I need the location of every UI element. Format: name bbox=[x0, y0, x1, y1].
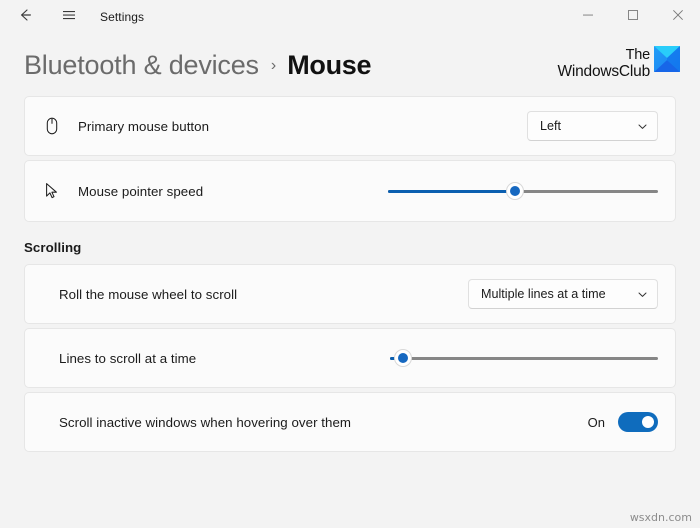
title-bar: Settings bbox=[0, 0, 700, 34]
section-heading-scrolling: Scrolling bbox=[24, 240, 82, 255]
brand-line-2: WindowsClub bbox=[557, 62, 650, 80]
chevron-down-icon bbox=[637, 289, 648, 300]
watermark: wsxdn.com bbox=[629, 511, 692, 524]
lines-to-scroll-slider[interactable] bbox=[390, 345, 658, 371]
hamburger-menu-icon bbox=[61, 7, 77, 28]
mouse-pointer-speed-slider[interactable] bbox=[388, 178, 658, 204]
toggle-knob bbox=[642, 416, 654, 428]
cursor-pointer-icon bbox=[42, 181, 78, 201]
back-button[interactable] bbox=[8, 2, 42, 32]
setting-row-lines-to-scroll[interactable]: Lines to scroll at a time bbox=[24, 328, 676, 388]
setting-row-primary-mouse-button[interactable]: Primary mouse button Left bbox=[24, 96, 676, 156]
roll-mouse-wheel-dropdown[interactable]: Multiple lines at a time bbox=[468, 279, 658, 309]
windowsclub-mark-icon bbox=[654, 46, 680, 72]
app-title: Settings bbox=[100, 10, 145, 24]
setting-label: Roll the mouse wheel to scroll bbox=[59, 286, 238, 302]
slider-thumb[interactable] bbox=[394, 349, 413, 367]
page-header: Bluetooth & devices › Mouse The WindowsC… bbox=[0, 34, 700, 96]
slider-fill bbox=[388, 189, 515, 193]
setting-label: Lines to scroll at a time bbox=[59, 350, 197, 366]
setting-label: Mouse pointer speed bbox=[78, 183, 204, 199]
scroll-inactive-windows-toggle[interactable] bbox=[618, 412, 658, 432]
setting-label: Scroll inactive windows when hovering ov… bbox=[59, 414, 352, 430]
minimize-icon bbox=[582, 8, 594, 26]
brand-line-1: The bbox=[625, 47, 651, 63]
setting-row-scroll-inactive-windows[interactable]: Scroll inactive windows when hovering ov… bbox=[24, 392, 676, 452]
windowsclub-logo: The WindowsClub bbox=[557, 46, 680, 80]
setting-row-roll-mouse-wheel[interactable]: Roll the mouse wheel to scroll Multiple … bbox=[24, 264, 676, 324]
chevron-down-icon bbox=[637, 121, 648, 132]
breadcrumb-parent-link[interactable]: Bluetooth & devices bbox=[24, 50, 259, 81]
brand-text: The WindowsClub bbox=[557, 46, 650, 80]
mouse-icon bbox=[42, 116, 78, 136]
breadcrumb-separator: › bbox=[270, 57, 277, 74]
toggle-state-label: On bbox=[587, 414, 605, 430]
window-controls bbox=[565, 0, 700, 34]
slider-thumb[interactable] bbox=[505, 182, 524, 200]
primary-mouse-button-dropdown[interactable]: Left bbox=[527, 111, 658, 141]
scroll-inactive-toggle-group[interactable]: On bbox=[588, 412, 658, 432]
close-button[interactable] bbox=[655, 0, 700, 34]
setting-row-mouse-pointer-speed[interactable]: Mouse pointer speed bbox=[24, 160, 676, 222]
maximize-button[interactable] bbox=[610, 0, 655, 34]
menu-button[interactable] bbox=[52, 2, 86, 32]
minimize-button[interactable] bbox=[565, 0, 610, 34]
dropdown-value: Multiple lines at a time bbox=[481, 287, 606, 301]
page-title: Mouse bbox=[287, 49, 372, 80]
slider-track bbox=[390, 356, 658, 360]
close-icon bbox=[672, 8, 684, 26]
maximize-icon bbox=[627, 8, 639, 26]
settings-content: Primary mouse button Left Mouse pointer … bbox=[0, 96, 700, 452]
setting-label: Primary mouse button bbox=[78, 118, 210, 134]
back-arrow-icon bbox=[17, 7, 33, 28]
dropdown-value: Left bbox=[540, 119, 562, 133]
